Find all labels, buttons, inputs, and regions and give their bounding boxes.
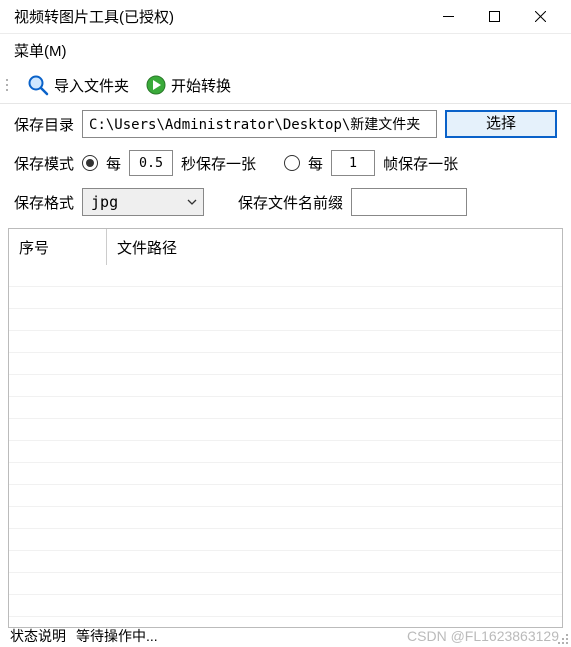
close-button[interactable] — [517, 2, 563, 32]
chevron-down-icon — [187, 199, 197, 205]
prefix-input[interactable] — [351, 188, 467, 216]
play-icon — [145, 74, 167, 96]
watermark: CSDN @FL1623863129 — [407, 628, 559, 644]
save-dir-input[interactable] — [82, 110, 437, 138]
window-controls — [425, 2, 563, 32]
toolbar-grip — [6, 73, 14, 97]
save-mode-row: 保存模式 每 秒保存一张 每 帧保存一张 — [0, 144, 571, 182]
close-icon — [535, 11, 546, 22]
toolbar: 导入文件夹 开始转换 — [0, 67, 571, 104]
every-label-2: 每 — [308, 153, 323, 174]
frames-input[interactable] — [331, 150, 375, 176]
status-label: 状态说明 — [10, 626, 66, 646]
format-value: jpg — [91, 193, 118, 211]
import-folder-button[interactable]: 导入文件夹 — [22, 71, 133, 99]
format-select[interactable]: jpg — [82, 188, 204, 216]
select-dir-button[interactable]: 选择 — [445, 110, 557, 138]
menubar: 菜单(M) — [0, 34, 571, 67]
maximize-button[interactable] — [471, 2, 517, 32]
save-format-row: 保存格式 jpg 保存文件名前缀 — [0, 182, 571, 222]
save-dir-label: 保存目录 — [14, 114, 74, 135]
col-path-header[interactable]: 文件路径 — [107, 229, 562, 265]
minimize-icon — [443, 11, 454, 22]
menu-item[interactable]: 菜单(M) — [14, 43, 67, 60]
status-text: 等待操作中... — [76, 626, 158, 646]
radio-frames[interactable] — [284, 155, 300, 171]
start-convert-label: 开始转换 — [171, 75, 231, 96]
magnifier-icon — [26, 73, 50, 97]
window-title: 视频转图片工具(已授权) — [14, 6, 425, 27]
frames-suffix: 帧保存一张 — [383, 153, 458, 174]
save-dir-row: 保存目录 选择 — [0, 104, 571, 144]
maximize-icon — [489, 11, 500, 22]
start-convert-button[interactable]: 开始转换 — [141, 72, 235, 98]
table-body[interactable] — [9, 265, 562, 627]
file-table: 序号 文件路径 — [8, 228, 563, 628]
col-seq-header[interactable]: 序号 — [9, 229, 107, 265]
prefix-label: 保存文件名前缀 — [238, 192, 343, 213]
import-folder-label: 导入文件夹 — [54, 75, 129, 96]
table-header: 序号 文件路径 — [9, 229, 562, 265]
title-bar: 视频转图片工具(已授权) — [0, 0, 571, 34]
resize-grip[interactable] — [556, 632, 570, 646]
save-mode-label: 保存模式 — [14, 153, 74, 174]
minimize-button[interactable] — [425, 2, 471, 32]
save-format-label: 保存格式 — [14, 192, 74, 213]
seconds-suffix: 秒保存一张 — [181, 153, 256, 174]
every-label-1: 每 — [106, 153, 121, 174]
seconds-input[interactable] — [129, 150, 173, 176]
radio-seconds[interactable] — [82, 155, 98, 171]
